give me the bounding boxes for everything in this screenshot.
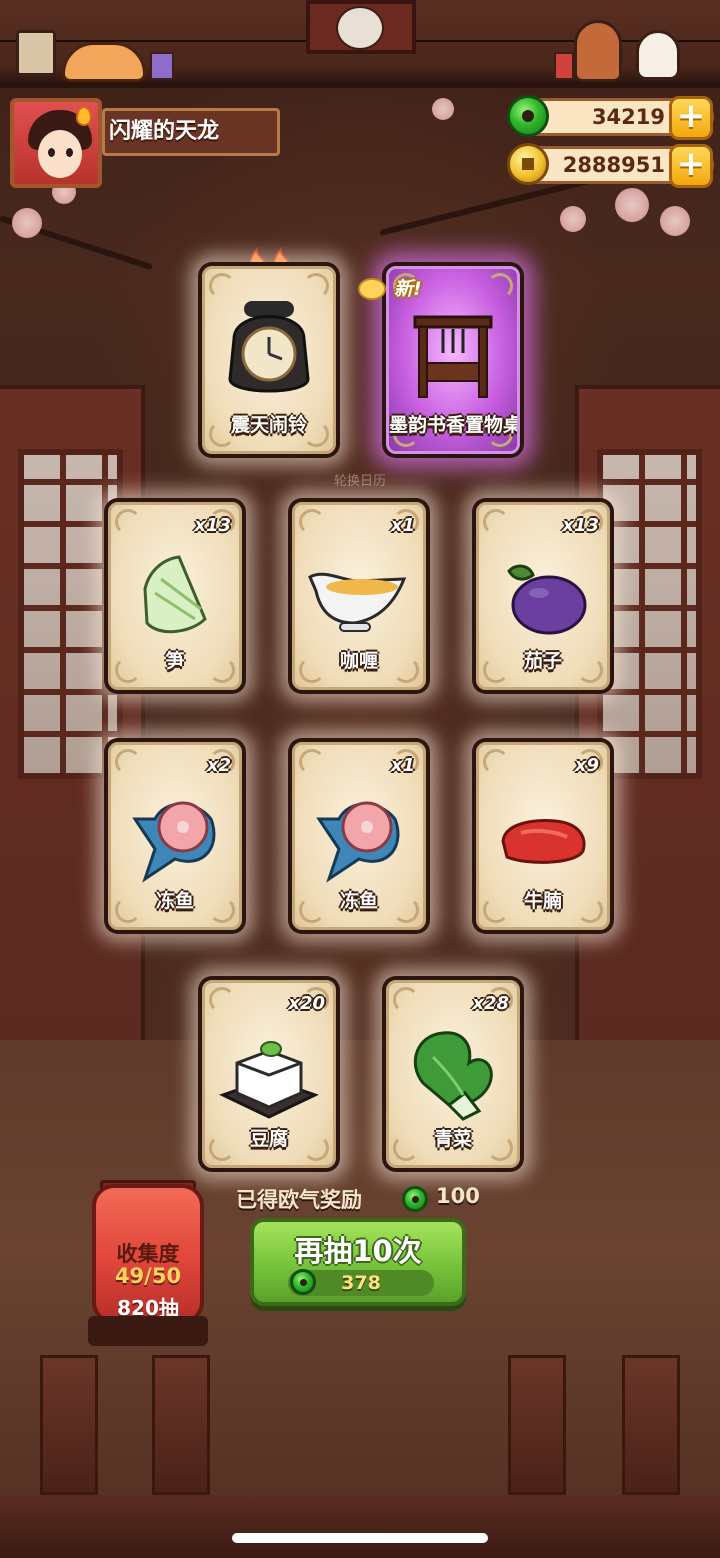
jar-icon bbox=[554, 52, 574, 80]
card-tofu[interactable]: x20 豆腐 bbox=[198, 976, 340, 1172]
card-label: 牛腩 bbox=[523, 890, 562, 912]
card-label: 咖喱 bbox=[339, 650, 378, 672]
home-indicator[interactable] bbox=[232, 1533, 488, 1543]
card-curry[interactable]: x1 咖喱 bbox=[288, 498, 430, 694]
railing-post bbox=[152, 1355, 210, 1495]
draw-again-button[interactable]: 再抽10次 378 bbox=[250, 1218, 466, 1306]
card-label: 茄子 bbox=[523, 650, 562, 672]
coin-amount: 2888951 bbox=[562, 153, 665, 177]
card-greens[interactable]: x28 青菜 bbox=[382, 976, 524, 1172]
card-label: 青菜 bbox=[433, 1128, 472, 1150]
jade-currency: 34219 + bbox=[507, 95, 714, 140]
card-alarm-bell[interactable]: 震天闹铃 bbox=[198, 262, 340, 458]
card-label: 墨韵书香置物桌 bbox=[389, 414, 520, 436]
card-frozen-fish[interactable]: x2 冻鱼 bbox=[104, 738, 246, 934]
card-label: 冻鱼 bbox=[339, 890, 378, 912]
card-label: 笋 bbox=[165, 650, 185, 672]
frozen-fish-icon bbox=[316, 801, 400, 883]
add-coin-button[interactable]: + bbox=[669, 144, 713, 188]
blossom-decoration bbox=[560, 206, 586, 232]
collection-progress: 49/50 bbox=[114, 1264, 182, 1288]
card-count: x2 bbox=[206, 755, 231, 776]
cat-icon bbox=[636, 30, 680, 80]
railing-post bbox=[40, 1355, 98, 1495]
alarm-clock-icon bbox=[228, 301, 310, 393]
bottom-bar bbox=[0, 1495, 720, 1558]
scroll-icon bbox=[16, 30, 56, 76]
luck-reward-amount: 100 bbox=[436, 1184, 480, 1208]
card-label: 豆腐 bbox=[249, 1128, 288, 1150]
player-name: 闪耀的天龙 bbox=[102, 108, 280, 156]
blossom-decoration bbox=[660, 206, 690, 236]
character-icon bbox=[574, 20, 622, 82]
curry-gravy-boat-icon bbox=[308, 572, 407, 632]
bamboo-shoot-icon bbox=[143, 555, 207, 634]
blossom-decoration bbox=[12, 208, 42, 238]
blossom-decoration bbox=[432, 98, 454, 120]
coin-icon bbox=[507, 143, 549, 185]
card-count: x9 bbox=[574, 755, 599, 776]
draw-cost-amount: 378 bbox=[341, 1272, 381, 1294]
card-label: 冻鱼 bbox=[155, 890, 194, 912]
star-burst-icon bbox=[358, 278, 386, 300]
draw-cost: 378 bbox=[288, 1269, 434, 1296]
card-count: x13 bbox=[562, 515, 599, 536]
new-badge: 新! bbox=[358, 272, 444, 306]
card-beef-brisket[interactable]: x9 牛腩 bbox=[472, 738, 614, 934]
eggplant-icon bbox=[507, 564, 587, 635]
tofu-icon bbox=[219, 1041, 319, 1119]
luck-reward-label: 已得欧气奖励 bbox=[236, 1188, 362, 1212]
railing-post bbox=[508, 1355, 566, 1495]
writing-desk-icon bbox=[413, 315, 493, 398]
top-shelf bbox=[0, 0, 720, 88]
bok-choy-icon bbox=[413, 1031, 493, 1121]
card-label: 震天闹铃 bbox=[230, 414, 307, 436]
level-flame-icon bbox=[76, 106, 92, 126]
railing-post bbox=[622, 1355, 680, 1495]
lantern-base bbox=[88, 1316, 208, 1346]
coin-currency: 2888951 + bbox=[507, 143, 714, 188]
cat-icon bbox=[62, 42, 146, 82]
draw-again-label: 再抽10次 bbox=[294, 1234, 422, 1268]
collection-lantern[interactable]: 收集度 49/50 820抽 bbox=[92, 1184, 204, 1324]
card-count: x13 bbox=[194, 515, 231, 536]
jade-amount: 34219 bbox=[591, 105, 665, 129]
jar-icon bbox=[150, 52, 174, 80]
beef-brisket-icon bbox=[501, 819, 586, 864]
card-frozen-fish[interactable]: x1 冻鱼 bbox=[288, 738, 430, 934]
frozen-fish-icon bbox=[132, 801, 216, 883]
blossom-decoration bbox=[615, 188, 649, 222]
card-count: x20 bbox=[288, 993, 325, 1014]
jade-icon bbox=[507, 95, 549, 137]
card-bamboo-shoot[interactable]: x13 笋 bbox=[104, 498, 246, 694]
avatar[interactable] bbox=[10, 98, 102, 188]
rotation-calendar-hint: 轮换日历 bbox=[333, 474, 386, 489]
jade-icon bbox=[402, 1186, 428, 1212]
chef-icon bbox=[336, 6, 384, 50]
card-count: x28 bbox=[472, 993, 509, 1014]
card-eggplant[interactable]: x13 茄子 bbox=[472, 498, 614, 694]
card-count: x1 bbox=[390, 755, 415, 776]
card-count: x1 bbox=[390, 515, 415, 536]
add-jade-button[interactable]: + bbox=[669, 96, 713, 140]
